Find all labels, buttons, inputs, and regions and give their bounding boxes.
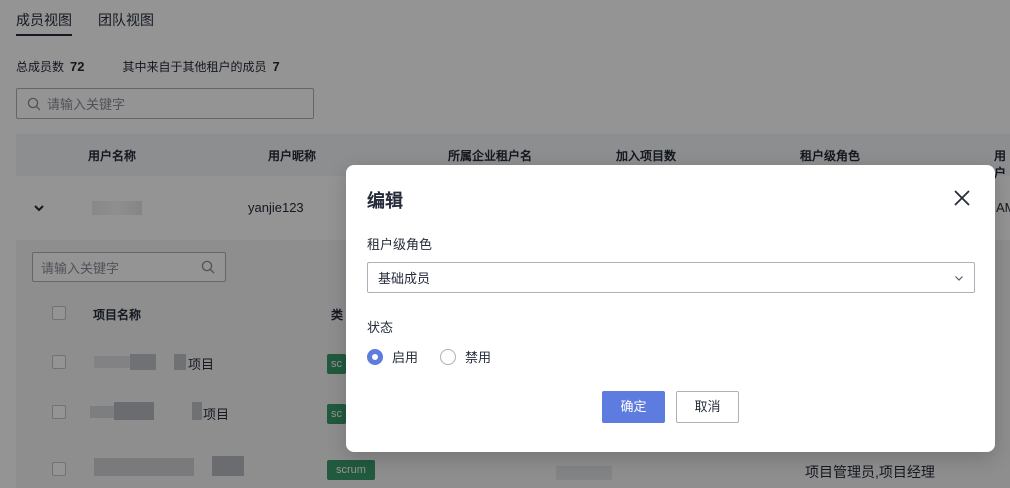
edit-dialog: 编辑 租户级角色 基础成员 状态 启用 禁用 确定 取消 [346,165,995,452]
confirm-button[interactable]: 确定 [602,391,665,423]
tenant-role-select[interactable]: 基础成员 [367,262,975,293]
status-enabled-option[interactable]: 启用 [367,347,418,366]
status-enabled-radio[interactable] [367,348,383,365]
status-disabled-radio[interactable] [440,348,457,365]
chevron-down-icon [955,275,963,281]
cancel-button[interactable]: 取消 [676,391,739,423]
tenant-role-value: 基础成员 [378,271,431,286]
dialog-title: 编辑 [367,191,403,211]
close-icon[interactable] [952,188,972,208]
status-radio-group: 启用 禁用 [367,347,505,366]
tenant-role-label: 租户级角色 [367,237,433,252]
status-disabled-option[interactable]: 禁用 [440,347,491,366]
status-label: 状态 [367,320,394,335]
status-disabled-label: 禁用 [465,350,492,365]
status-enabled-label: 启用 [392,350,419,365]
